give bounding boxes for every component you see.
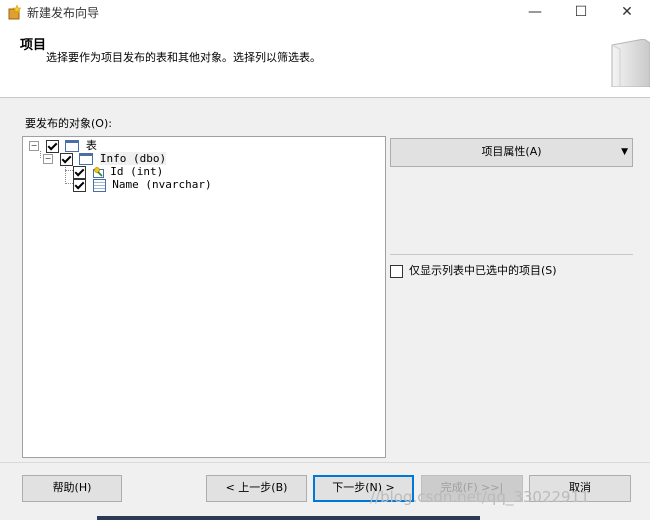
- page-title: 项目: [20, 38, 47, 53]
- article-properties-label: 项目属性(A): [481, 145, 542, 158]
- tree-node-id-column[interactable]: Id (int): [73, 165, 164, 179]
- tables-checkbox[interactable]: [45, 139, 59, 153]
- page-description: 选择要作为项目发布的表和其他对象。选择列以筛选表。: [46, 51, 321, 64]
- primary-key-column-icon: [92, 166, 104, 178]
- window-title: 新建发布向导: [27, 6, 100, 20]
- tree-node-tables[interactable]: − 表: [29, 139, 97, 153]
- id-column-checkbox[interactable]: [73, 165, 86, 179]
- tree-node-label: 表: [85, 139, 97, 152]
- content-area: 要发布的对象(O): − 表 − Info (dbo) Id (int) Nam…: [0, 98, 650, 462]
- tree-node-label: Id (int): [110, 165, 164, 178]
- publication-graphic-icon: [611, 39, 650, 87]
- table-icon: [79, 153, 94, 165]
- minimize-button[interactable]: —: [512, 0, 558, 24]
- wizard-footer: 帮助(H) < 上一步(B) 下一步(N) > 完成(F) >>| 取消 //b…: [0, 462, 650, 520]
- tree-node-label: Info (dbo): [99, 152, 167, 165]
- back-button[interactable]: < 上一步(B): [206, 475, 307, 502]
- article-properties-button[interactable]: 项目属性(A) ▼: [390, 138, 633, 167]
- objects-tree[interactable]: − 表 − Info (dbo) Id (int) Name (nvarchar…: [22, 136, 386, 458]
- divider: [390, 254, 633, 255]
- wizard-icon: [8, 4, 22, 20]
- close-button[interactable]: ✕: [604, 0, 650, 24]
- table-icon: [65, 140, 80, 152]
- column-icon: [92, 178, 106, 192]
- only-show-checked-label: 仅显示列表中已选中的项目(S): [409, 264, 557, 277]
- background-strip: [97, 516, 480, 520]
- help-button[interactable]: 帮助(H): [22, 475, 122, 502]
- wizard-header: 项目 选择要作为项目发布的表和其他对象。选择列以筛选表。: [0, 24, 650, 98]
- info-table-checkbox[interactable]: [59, 152, 73, 166]
- tree-node-info-table[interactable]: − Info (dbo): [43, 152, 167, 166]
- objects-label: 要发布的对象(O):: [25, 117, 112, 130]
- dropdown-arrow-icon: ▼: [621, 147, 628, 157]
- name-column-checkbox[interactable]: [73, 178, 86, 192]
- tree-connector: [65, 164, 66, 184]
- tree-node-label: Name (nvarchar): [112, 178, 212, 191]
- tree-node-name-column[interactable]: Name (nvarchar): [73, 178, 212, 192]
- watermark: //blog.csdn.net/qq_33022911: [370, 488, 590, 506]
- maximize-button[interactable]: ☐: [558, 0, 604, 24]
- collapse-icon[interactable]: −: [43, 154, 53, 164]
- collapse-icon[interactable]: −: [29, 141, 39, 151]
- only-show-checked-option[interactable]: 仅显示列表中已选中的项目(S): [390, 262, 557, 278]
- tree-connector: [40, 151, 41, 158]
- only-show-checked-checkbox[interactable]: [390, 264, 403, 278]
- title-bar: 新建发布向导 — ☐ ✕: [0, 0, 650, 24]
